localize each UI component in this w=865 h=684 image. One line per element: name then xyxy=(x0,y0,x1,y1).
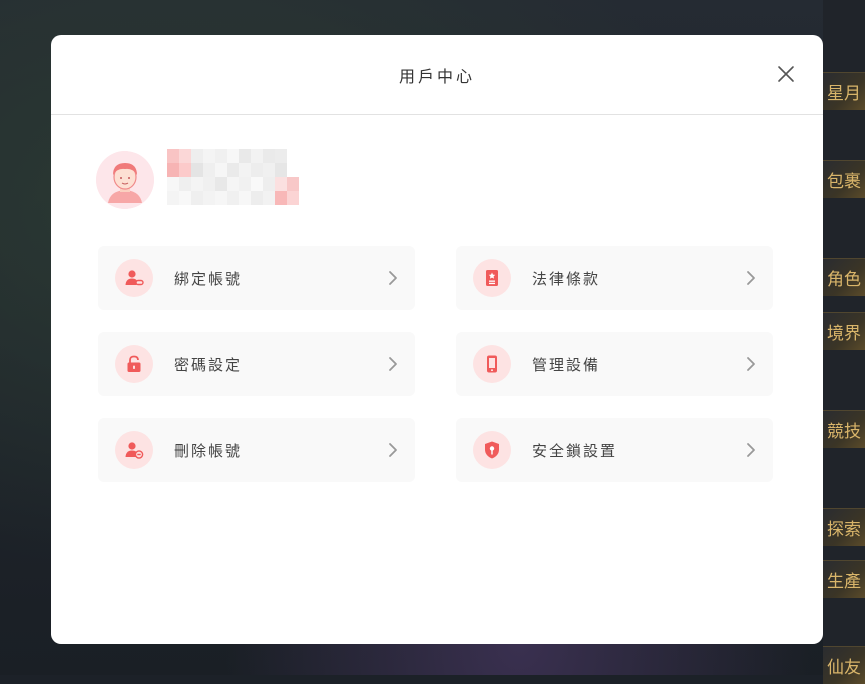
user-avatar-icon xyxy=(96,151,154,209)
chevron-right-icon xyxy=(389,443,397,457)
close-icon xyxy=(778,66,794,82)
game-tab-arena[interactable]: 競技 xyxy=(823,410,865,448)
game-tab-label: 生產 xyxy=(827,572,861,592)
dialog-header: 用戶中心 xyxy=(51,35,823,115)
username-pixelated xyxy=(167,149,323,207)
game-tab-label: 競技 xyxy=(827,422,861,442)
user-remove-icon xyxy=(115,431,153,469)
menu-item-label: 安全鎖設置 xyxy=(532,441,618,460)
game-tab-label: 角色 xyxy=(827,270,861,290)
game-tab-realm[interactable]: 境界 xyxy=(823,312,865,350)
menu-item-security-lock[interactable]: 安全鎖設置 xyxy=(456,418,773,482)
game-tab-xingyue[interactable]: 星月 xyxy=(823,72,865,110)
menu-item-label: 管理設備 xyxy=(532,355,601,374)
document-badge-icon xyxy=(473,259,511,297)
dialog-title: 用戶中心 xyxy=(398,67,475,86)
game-side-menu: 星月 包裹 角色 境界 競技 探索 生產 仙友 xyxy=(823,0,865,684)
chevron-right-icon xyxy=(389,357,397,371)
menu-item-password-settings[interactable]: 密碼設定 xyxy=(98,332,415,396)
menu-item-label: 刪除帳號 xyxy=(174,441,243,460)
game-tab-label: 星月 xyxy=(827,84,861,104)
game-tab-explore[interactable]: 探索 xyxy=(823,508,865,546)
chevron-right-icon xyxy=(747,271,755,285)
game-tab-label: 包裹 xyxy=(827,172,861,192)
mobile-device-icon xyxy=(473,345,511,383)
chevron-right-icon xyxy=(747,443,755,457)
user-link-icon xyxy=(115,259,153,297)
game-tab-label: 境界 xyxy=(827,324,861,344)
game-tab-label: 探索 xyxy=(827,520,861,540)
shield-key-icon xyxy=(473,431,511,469)
menu-item-label: 綁定帳號 xyxy=(174,269,243,288)
menu-item-bind-account[interactable]: 綁定帳號 xyxy=(98,246,415,310)
menu-item-label: 密碼設定 xyxy=(174,355,243,374)
game-tab-inventory[interactable]: 包裹 xyxy=(823,160,865,198)
menu-item-manage-devices[interactable]: 管理設備 xyxy=(456,332,773,396)
user-center-dialog: 用戶中心 綁定帳號 法律條款 密碼設定 管理設備 刪除帳號 安全鎖設置 xyxy=(51,35,823,644)
avatar[interactable] xyxy=(96,151,154,209)
menu-item-label: 法律條款 xyxy=(532,269,601,288)
close-button[interactable] xyxy=(777,65,795,83)
chevron-right-icon xyxy=(747,357,755,371)
lock-icon xyxy=(115,345,153,383)
game-tab-character[interactable]: 角色 xyxy=(823,258,865,296)
game-tab-produce[interactable]: 生產 xyxy=(823,560,865,598)
game-tab-label: 仙友 xyxy=(827,658,861,678)
chevron-right-icon xyxy=(389,271,397,285)
menu-item-legal-terms[interactable]: 法律條款 xyxy=(456,246,773,310)
game-tab-friends[interactable]: 仙友 xyxy=(823,646,865,684)
menu-item-delete-account[interactable]: 刪除帳號 xyxy=(98,418,415,482)
